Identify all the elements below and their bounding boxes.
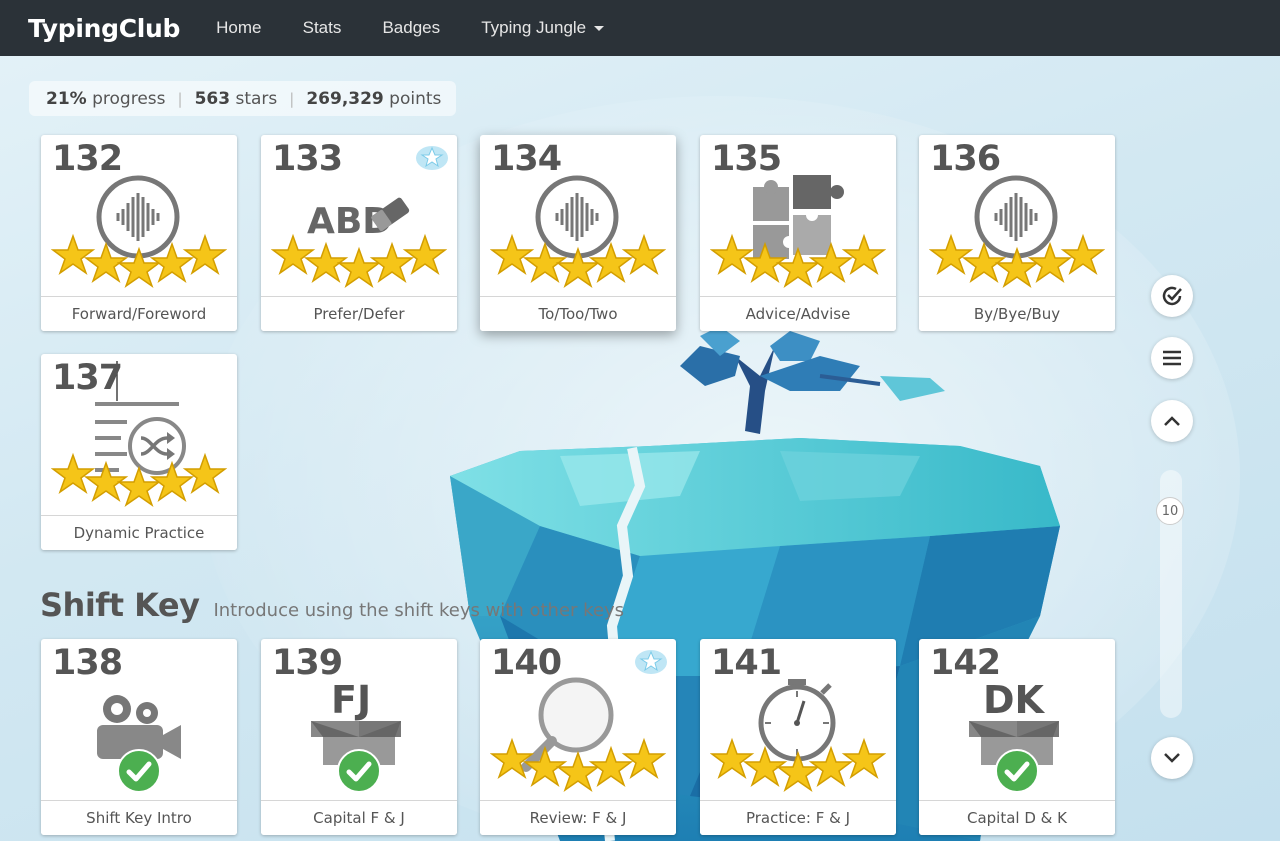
lesson-number: 138: [52, 643, 123, 683]
nav-menu: Home Stats Badges Typing Jungle: [216, 18, 640, 38]
five-stars-rating: [929, 233, 1105, 288]
check-icon: [995, 749, 1039, 793]
nav-dropdown-label: Typing Jungle: [481, 18, 587, 37]
brand-logo[interactable]: TypingClub: [28, 14, 180, 43]
section-title: Shift Key: [40, 586, 200, 624]
lesson-label: Advice/Advise: [700, 296, 896, 331]
hamburger-menu-icon: [1163, 350, 1181, 366]
check-icon: [337, 749, 381, 793]
lesson-number: 142: [930, 643, 1001, 683]
lesson-card[interactable]: 137 Dynamic Practice: [41, 354, 237, 550]
lesson-card[interactable]: 138 Shift Key Intro: [41, 639, 237, 835]
nav-stats[interactable]: Stats: [303, 18, 342, 38]
level-scroll-thumb[interactable]: 10: [1156, 497, 1184, 525]
lesson-label: Capital F & J: [261, 800, 457, 835]
five-stars-rating: [490, 737, 666, 792]
progress-label: progress: [92, 88, 166, 109]
menu-button[interactable]: [1151, 337, 1193, 379]
lesson-label: Practice: F & J: [700, 800, 896, 835]
lesson-card[interactable]: FJ 139 Capital F & J: [261, 639, 457, 835]
check-circle-icon: [1162, 286, 1182, 306]
lesson-card[interactable]: 141 Practice: F & J: [700, 639, 896, 835]
points-label: points: [389, 88, 442, 109]
box-icon-text: FJ: [331, 678, 371, 722]
nav-typing-jungle-dropdown[interactable]: Typing Jungle: [481, 18, 605, 38]
nav-home[interactable]: Home: [216, 18, 261, 38]
lesson-card[interactable]: 132 Forward/Foreword: [41, 135, 237, 331]
lesson-card[interactable]: 134 To/Too/Two: [480, 135, 676, 331]
lesson-label: Forward/Foreword: [41, 296, 237, 331]
lesson-number: 133: [272, 139, 343, 179]
lesson-number: 137: [52, 358, 123, 398]
five-stars-rating: [710, 737, 886, 792]
lesson-label: To/Too/Two: [480, 296, 676, 331]
lesson-number: 136: [930, 139, 1001, 179]
lesson-number: 140: [491, 643, 562, 683]
progress-value: 21%: [46, 88, 87, 109]
section-heading: Shift Key Introduce using the shift keys…: [40, 586, 624, 624]
lesson-label: By/Bye/Buy: [919, 296, 1115, 331]
five-stars-rating: [271, 233, 447, 288]
lesson-label: Dynamic Practice: [41, 515, 237, 550]
five-stars-rating: [51, 452, 227, 507]
lesson-label: Capital D & K: [919, 800, 1115, 835]
progress-stats-bar: 21% progress | 563 stars | 269,329 point…: [29, 81, 457, 116]
stars-label: stars: [235, 88, 278, 109]
lesson-label: Prefer/Defer: [261, 296, 457, 331]
chevron-down-icon: [1164, 753, 1180, 763]
star-badge-icon: [416, 146, 448, 170]
scroll-up-button[interactable]: [1151, 400, 1193, 442]
box-icon-text: DK: [983, 678, 1046, 722]
lesson-card[interactable]: 136 By/Bye/Buy: [919, 135, 1115, 331]
section-subtitle: Introduce using the shift keys with othe…: [213, 600, 625, 621]
scroll-down-button[interactable]: [1151, 737, 1193, 779]
lesson-card[interactable]: 135 Advice/Advise: [700, 135, 896, 331]
five-stars-rating: [51, 233, 227, 288]
stars-value: 563: [194, 88, 231, 109]
five-stars-rating: [490, 233, 666, 288]
top-navbar: TypingClub Home Stats Badges Typing Jung…: [0, 0, 1280, 56]
caret-down-icon: [594, 25, 605, 31]
points-value: 269,329: [306, 88, 384, 109]
lesson-number: 135: [711, 139, 782, 179]
lesson-card[interactable]: 140 Review: F & J: [480, 639, 676, 835]
lesson-label: Review: F & J: [480, 800, 676, 835]
star-badge-icon: [635, 650, 667, 674]
check-progress-button[interactable]: [1151, 275, 1193, 317]
lesson-number: 132: [52, 139, 123, 179]
lesson-number: 141: [711, 643, 782, 683]
check-icon: [117, 749, 161, 793]
lesson-number: 139: [272, 643, 343, 683]
lesson-card[interactable]: DK 142 Capital D & K: [919, 639, 1115, 835]
chevron-up-icon: [1164, 416, 1180, 426]
five-stars-rating: [710, 233, 886, 288]
nav-badges[interactable]: Badges: [382, 18, 440, 38]
lesson-card[interactable]: ABD 133 Prefer/Defer: [261, 135, 457, 331]
stats-divider: |: [177, 89, 183, 108]
lesson-label: Shift Key Intro: [41, 800, 237, 835]
lesson-number: 134: [491, 139, 562, 179]
stats-divider: |: [289, 89, 295, 108]
